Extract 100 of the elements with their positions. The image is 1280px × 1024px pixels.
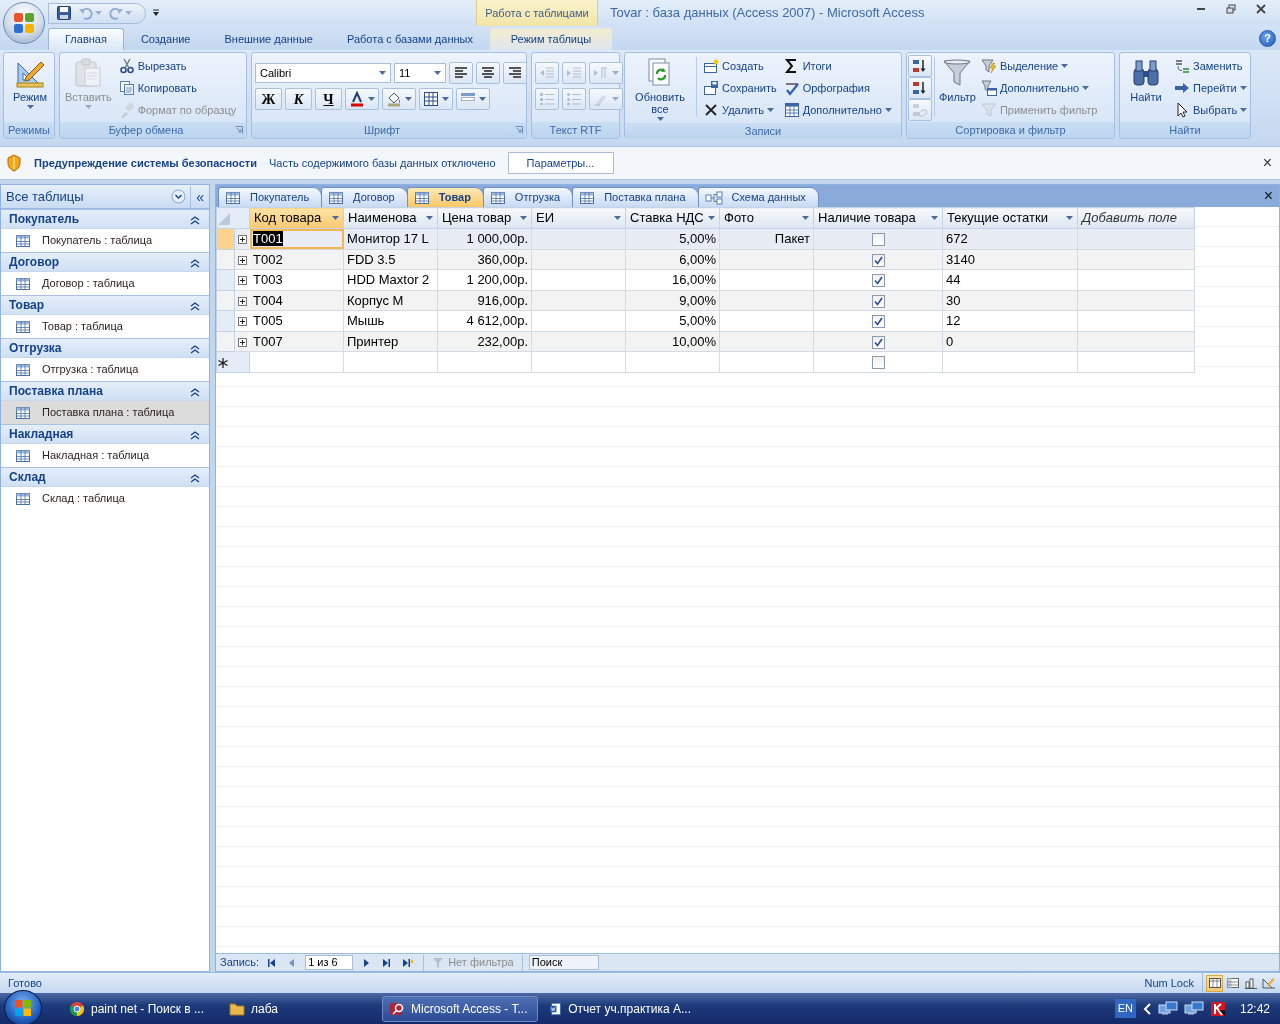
format-button[interactable]: К (285, 88, 312, 110)
taskbar-button[interactable]: лаба (222, 995, 378, 1022)
dropdown-field[interactable]: Calibri (255, 63, 391, 83)
caret-icon (612, 97, 619, 101)
ribbon-button[interactable]: Копировать (116, 77, 239, 99)
folder-icon (229, 1000, 245, 1017)
document-tab[interactable]: Договор (321, 187, 408, 207)
column-header[interactable]: ЕИ (531, 207, 626, 229)
start-button[interactable] (4, 990, 42, 1024)
language-indicator[interactable]: EN (1114, 999, 1136, 1018)
column-header[interactable]: Добавить поле (1077, 207, 1195, 229)
nav-group-header[interactable]: Договор (1, 252, 209, 272)
document-tab[interactable]: Схема данных (697, 187, 819, 207)
record-number-field[interactable]: 1 из 6 (305, 955, 354, 970)
collapse-button[interactable]: « (190, 185, 209, 208)
taskbar-button[interactable]: Microsoft Access - T... (382, 995, 538, 1022)
nav-group-header[interactable]: Склад (1, 467, 209, 487)
checkbox[interactable] (871, 335, 885, 349)
caret-icon (520, 216, 527, 220)
ribbon-tab[interactable]: Внешние данные (207, 28, 330, 50)
ribbon-button[interactable]: Удалить (701, 99, 779, 121)
checkbox[interactable] (871, 315, 885, 329)
quick-access-button[interactable] (55, 4, 73, 22)
nav-group-header[interactable]: Товар (1, 295, 209, 315)
caret-icon (884, 108, 892, 112)
nav-item[interactable]: Поставка плана : таблица (1, 401, 209, 424)
toolbar-button[interactable] (908, 77, 932, 99)
ribbon-button[interactable]: Дополнительно (781, 99, 894, 121)
toolbar-button[interactable] (419, 88, 453, 110)
group-title: Режимы (7, 122, 51, 138)
ribbon-button[interactable]: Фильтр (937, 55, 978, 105)
caret-icon (84, 105, 92, 109)
ribbon-button[interactable]: Выбрать (1172, 99, 1250, 121)
decrease-indent-icon (539, 66, 555, 80)
toolbar-button[interactable] (503, 62, 527, 84)
column-header[interactable]: Текущие остатки (942, 207, 1078, 229)
table-icon (15, 362, 31, 377)
show-hidden-icons-button[interactable] (1141, 1002, 1152, 1015)
document-tab[interactable]: Поставка плана (572, 187, 699, 207)
toolbar-button[interactable] (345, 88, 379, 110)
document-tab[interactable]: Товар (406, 187, 484, 207)
column-header[interactable]: Ставка НДС (625, 207, 720, 229)
checkbox[interactable] (871, 253, 885, 267)
ribbon-button[interactable]: Заменить (1172, 55, 1250, 77)
nav-pane-title: Все таблицы (6, 187, 85, 206)
ribbon-button[interactable]: Выделение (978, 55, 1100, 77)
column-header[interactable]: Код товара (249, 207, 344, 229)
ribbon-button[interactable]: Создать (701, 55, 779, 77)
column-header[interactable]: Наличие товара (813, 207, 943, 229)
toolbar-button[interactable] (476, 62, 500, 84)
nav-group-header[interactable]: Накладная (1, 424, 209, 444)
caret-icon (802, 216, 809, 220)
options-button[interactable]: Параметры... (507, 152, 614, 174)
ribbon-button[interactable]: Режим (7, 55, 53, 111)
document-tab[interactable]: Покупатель (218, 187, 323, 207)
toolbar-button[interactable] (382, 88, 416, 110)
ribbon-tab[interactable]: Работа с базами данных (329, 28, 490, 50)
taskbar-button[interactable]: Отчет уч.практика A... (542, 995, 698, 1022)
column-header[interactable]: Наименова (343, 207, 438, 229)
ribbon-button[interactable]: Перейти (1172, 77, 1250, 99)
ribbon-button[interactable]: Орфография (781, 77, 894, 99)
toolbar-button[interactable] (449, 62, 473, 84)
arrow-right-icon (1174, 80, 1190, 96)
pivot-table-icon (1225, 976, 1240, 990)
spellcheck-icon (783, 80, 800, 96)
nav-group-header[interactable]: Поставка плана (1, 381, 209, 401)
taskbar-button[interactable]: paint net - Поиск в ... (62, 995, 218, 1022)
checkbox[interactable] (871, 274, 885, 288)
ribbon-button[interactable]: Вырезать (116, 55, 239, 77)
checkbox[interactable] (871, 356, 885, 370)
document-tab[interactable]: Отгрузка (482, 187, 574, 207)
toolbar-button[interactable] (908, 55, 932, 77)
new-row-selector[interactable] (216, 351, 250, 372)
nav-group-header[interactable]: Покупатель (1, 209, 209, 229)
checkbox[interactable] (871, 294, 885, 308)
ribbon-button[interactable]: Найти (1123, 55, 1169, 105)
table-cell: 232,00р. (477, 333, 528, 349)
close-button[interactable]: × (1260, 151, 1274, 175)
ribbon-button[interactable]: Дополнительно (978, 77, 1100, 99)
warning-title: Предупреждение системы безопасности (34, 155, 257, 171)
nav-group-header[interactable]: Отгрузка (1, 338, 209, 358)
format-button[interactable]: Ж (255, 88, 282, 110)
search-field[interactable]: Поиск (528, 955, 599, 970)
table-cell[interactable]: T001 (253, 231, 283, 246)
close-button[interactable]: × (1257, 188, 1279, 204)
ribbon-button[interactable]: Обновить все (628, 55, 692, 123)
align-right-icon (507, 66, 523, 80)
format-button[interactable]: Ч (315, 88, 342, 110)
column-header[interactable]: Фото (719, 207, 814, 229)
ribbon-button[interactable]: Итоги (781, 55, 894, 77)
ribbon-tab[interactable]: Главная (48, 28, 124, 50)
ribbon-tab[interactable]: Создание (123, 28, 208, 50)
checkbox[interactable] (871, 233, 885, 247)
column-header[interactable]: Цена товар (437, 207, 532, 229)
ribbon-tab[interactable]: Режим таблицы (489, 28, 612, 50)
ribbon-button[interactable]: Сохранить (701, 77, 779, 99)
font-color-icon (349, 91, 365, 107)
view-button[interactable] (1206, 974, 1223, 992)
dropdown-field[interactable]: 11 (394, 63, 446, 83)
table-icon (15, 319, 31, 334)
